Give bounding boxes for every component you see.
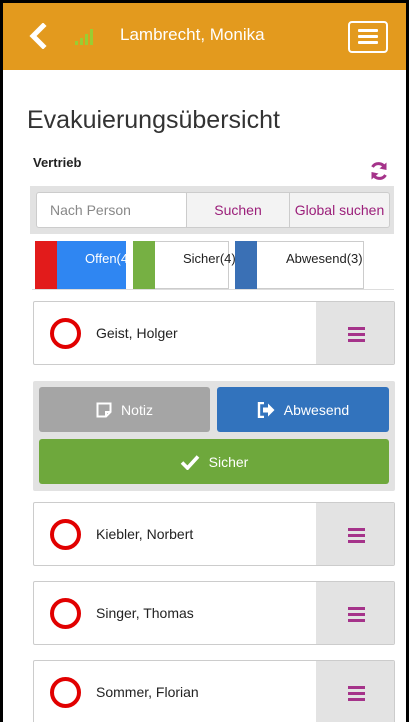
search-bar: Suchen Global suchen: [30, 186, 394, 234]
status-color-strip: [235, 241, 257, 289]
signal-strength-icon: [75, 29, 93, 45]
refresh-icon[interactable]: [369, 161, 389, 181]
tab-label: Sicher(4): [183, 251, 236, 266]
note-icon: [96, 402, 112, 417]
absent-label: Abwesend: [283, 401, 350, 418]
person-menu-button[interactable]: [316, 503, 394, 565]
person-name: Sommer, Florian: [96, 684, 199, 700]
search-button[interactable]: Suchen: [186, 192, 290, 228]
status-open-icon: [50, 598, 81, 629]
status-color-strip: [35, 241, 57, 289]
page-title: Evakuierungsübersicht: [27, 106, 280, 134]
menu-button[interactable]: [348, 21, 388, 53]
person-name: Kiebler, Norbert: [96, 526, 194, 542]
top-bar: Lambrecht, Monika: [3, 3, 406, 70]
safe-button[interactable]: Sicher: [39, 439, 389, 484]
user-name: Lambrecht, Monika: [120, 25, 265, 44]
status-open-icon: [50, 318, 81, 349]
global-search-button[interactable]: Global suchen: [289, 192, 390, 228]
tab-sicher[interactable]: Sicher(4): [133, 241, 236, 289]
chevron-left-icon[interactable]: [27, 23, 49, 49]
status-color-strip: [133, 241, 155, 289]
person-name: Geist, Holger: [96, 325, 178, 341]
person-row[interactable]: Singer, Thomas: [33, 581, 395, 645]
person-actions-panel: Notiz Abwesend Sicher: [33, 381, 395, 491]
tab-label: Offen(4): [85, 251, 133, 266]
status-open-icon: [50, 677, 81, 708]
checkmark-icon: [180, 454, 199, 470]
person-search-input[interactable]: [36, 192, 188, 228]
app-frame: Lambrecht, Monika Evakuierungsübersicht …: [0, 0, 409, 722]
absent-button[interactable]: Abwesend: [217, 387, 389, 432]
safe-label: Sicher: [208, 453, 249, 470]
person-menu-button[interactable]: [316, 302, 394, 364]
person-name: Singer, Thomas: [96, 605, 194, 621]
tab-offen[interactable]: Offen(4): [35, 241, 132, 289]
person-menu-button[interactable]: [316, 661, 394, 722]
tabs-divider: [32, 289, 394, 290]
person-menu-button[interactable]: [316, 582, 394, 644]
person-row[interactable]: Kiebler, Norbert: [33, 502, 395, 566]
person-row[interactable]: Geist, Holger: [33, 301, 395, 365]
sign-out-icon: [257, 401, 275, 418]
status-open-icon: [50, 519, 81, 550]
tab-label: Abwesend(3): [286, 251, 363, 266]
note-button[interactable]: Notiz: [39, 387, 210, 432]
person-row[interactable]: Sommer, Florian: [33, 660, 395, 722]
tab-abwesend[interactable]: Abwesend(3): [235, 241, 364, 289]
department-label: Vertrieb: [33, 155, 82, 170]
note-label: Notiz: [121, 401, 153, 418]
